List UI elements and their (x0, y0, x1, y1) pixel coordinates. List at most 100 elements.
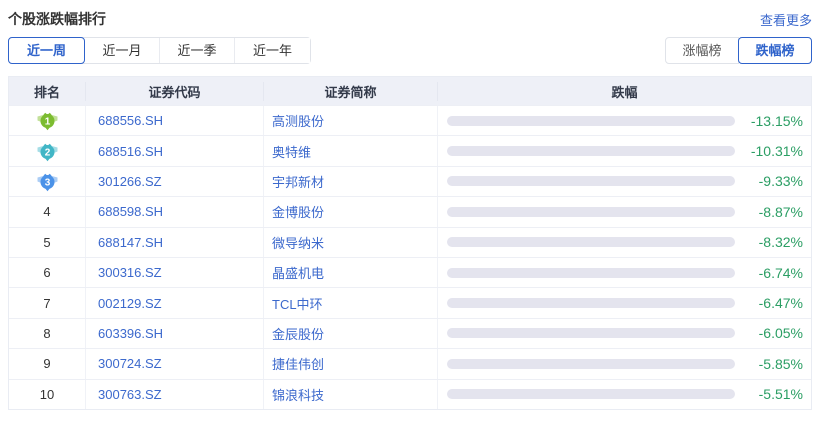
tab-period-month[interactable]: 近一月 (85, 38, 160, 63)
tab-losers[interactable]: 跌幅榜 (738, 37, 812, 64)
stock-name-link[interactable]: 捷佳伟创 (272, 354, 324, 373)
code-cell: 688556.SH (86, 106, 264, 135)
change-percent: -9.33% (735, 173, 811, 189)
stock-name-link[interactable]: 锦浪科技 (272, 385, 324, 404)
name-cell: TCL中环 (264, 288, 438, 317)
change-bar-track (447, 328, 735, 338)
widget-header: 个股涨跌幅排行 查看更多 (8, 9, 812, 29)
column-header-rank: 排名 (9, 82, 86, 101)
change-percent: -13.15% (735, 113, 811, 129)
code-cell: 688598.SH (86, 197, 264, 226)
stock-name-link[interactable]: 金辰股份 (272, 324, 324, 343)
change-bar-track (447, 359, 735, 369)
table-row: 6 300316.SZ 晶盛机电 -6.74% (9, 257, 811, 287)
change-bar-track (447, 176, 735, 186)
change-bar-track (447, 116, 735, 126)
name-cell: 金博股份 (264, 197, 438, 226)
name-cell: 微导纳米 (264, 228, 438, 257)
svg-text:3: 3 (44, 178, 50, 189)
stock-code-link[interactable]: 300316.SZ (98, 265, 162, 280)
change-percent: -8.32% (735, 234, 811, 250)
change-bar-track (447, 298, 735, 308)
table-row: 1 688556.SH 高测股份 -13.15% (9, 105, 811, 135)
stock-name-link[interactable]: 微导纳米 (272, 233, 324, 252)
stock-name-link[interactable]: 金博股份 (272, 202, 324, 221)
change-cell: -8.32% (438, 228, 811, 257)
change-bar-track (447, 146, 735, 156)
column-header-code: 证券代码 (86, 82, 264, 101)
stock-code-link[interactable]: 688147.SH (98, 235, 163, 250)
rank-cell: 2 (9, 136, 86, 165)
filter-bar: 近一周 近一月 近一季 近一年 涨幅榜 跌幅榜 (8, 37, 812, 64)
page-title: 个股涨跌幅排行 (8, 9, 106, 29)
code-cell: 688516.SH (86, 136, 264, 165)
stock-code-link[interactable]: 002129.SZ (98, 296, 162, 311)
change-percent: -5.51% (735, 386, 811, 402)
medal-icon-rank-2: 2 (36, 141, 59, 162)
column-header-name: 证券简称 (264, 82, 438, 101)
rank-cell: 10 (9, 380, 86, 409)
rank-cell: 4 (9, 197, 86, 226)
table-row: 9 300724.SZ 捷佳伟创 -5.85% (9, 348, 811, 378)
rank-cell: 5 (9, 228, 86, 257)
tab-period-year[interactable]: 近一年 (235, 38, 310, 63)
rank-cell: 7 (9, 288, 86, 317)
change-cell: -5.51% (438, 380, 811, 409)
name-cell: 高测股份 (264, 106, 438, 135)
code-cell: 301266.SZ (86, 167, 264, 196)
medal-icon-rank-1: 1 (36, 110, 59, 131)
stock-name-link[interactable]: TCL中环 (272, 294, 323, 313)
stock-code-link[interactable]: 688556.SH (98, 113, 163, 128)
change-cell: -6.05% (438, 319, 811, 348)
stock-code-link[interactable]: 688516.SH (98, 144, 163, 159)
code-cell: 300316.SZ (86, 258, 264, 287)
rank-cell: 8 (9, 319, 86, 348)
name-cell: 奥特维 (264, 136, 438, 165)
medal-icon-rank-3: 3 (36, 171, 59, 192)
table-row: 7 002129.SZ TCL中环 -6.47% (9, 287, 811, 317)
period-tab-group: 近一周 近一月 近一季 近一年 (8, 37, 311, 64)
name-cell: 金辰股份 (264, 319, 438, 348)
table-row: 8 603396.SH 金辰股份 -6.05% (9, 318, 811, 348)
view-more-link[interactable]: 查看更多 (760, 10, 812, 29)
rank-cell: 9 (9, 349, 86, 378)
tab-gainers[interactable]: 涨幅榜 (665, 37, 739, 64)
change-cell: -5.85% (438, 349, 811, 378)
code-cell: 300724.SZ (86, 349, 264, 378)
board-tab-group: 涨幅榜 跌幅榜 (665, 37, 812, 64)
stock-name-link[interactable]: 高测股份 (272, 111, 324, 130)
stock-code-link[interactable]: 300763.SZ (98, 387, 162, 402)
stock-code-link[interactable]: 688598.SH (98, 204, 163, 219)
change-bar-track (447, 237, 735, 247)
table-row: 5 688147.SH 微导纳米 -8.32% (9, 227, 811, 257)
change-cell: -10.31% (438, 136, 811, 165)
stock-code-link[interactable]: 603396.SH (98, 326, 163, 341)
name-cell: 捷佳伟创 (264, 349, 438, 378)
stock-name-link[interactable]: 奥特维 (272, 142, 311, 161)
change-bar-track (447, 207, 735, 217)
stock-code-link[interactable]: 300724.SZ (98, 356, 162, 371)
tab-period-week[interactable]: 近一周 (8, 37, 85, 64)
rank-table: 排名 证券代码 证券简称 跌幅 1 688556.SH 高测股份 -13.15%… (8, 76, 812, 410)
change-bar-track (447, 389, 735, 399)
rank-cell: 6 (9, 258, 86, 287)
stock-code-link[interactable]: 301266.SZ (98, 174, 162, 189)
tab-period-quarter[interactable]: 近一季 (160, 38, 235, 63)
code-cell: 002129.SZ (86, 288, 264, 317)
change-cell: -13.15% (438, 106, 811, 135)
rank-cell: 1 (9, 106, 86, 135)
table-row: 10 300763.SZ 锦浪科技 -5.51% (9, 379, 811, 409)
stock-name-link[interactable]: 晶盛机电 (272, 263, 324, 282)
change-percent: -6.05% (735, 325, 811, 341)
table-header-row: 排名 证券代码 证券简称 跌幅 (9, 77, 811, 105)
code-cell: 300763.SZ (86, 380, 264, 409)
name-cell: 锦浪科技 (264, 380, 438, 409)
code-cell: 603396.SH (86, 319, 264, 348)
stock-name-link[interactable]: 宇邦新材 (272, 172, 324, 191)
change-bar-track (447, 268, 735, 278)
rank-cell: 3 (9, 167, 86, 196)
column-header-change: 跌幅 (438, 82, 811, 101)
change-cell: -6.74% (438, 258, 811, 287)
change-percent: -6.47% (735, 295, 811, 311)
svg-text:1: 1 (44, 117, 50, 128)
